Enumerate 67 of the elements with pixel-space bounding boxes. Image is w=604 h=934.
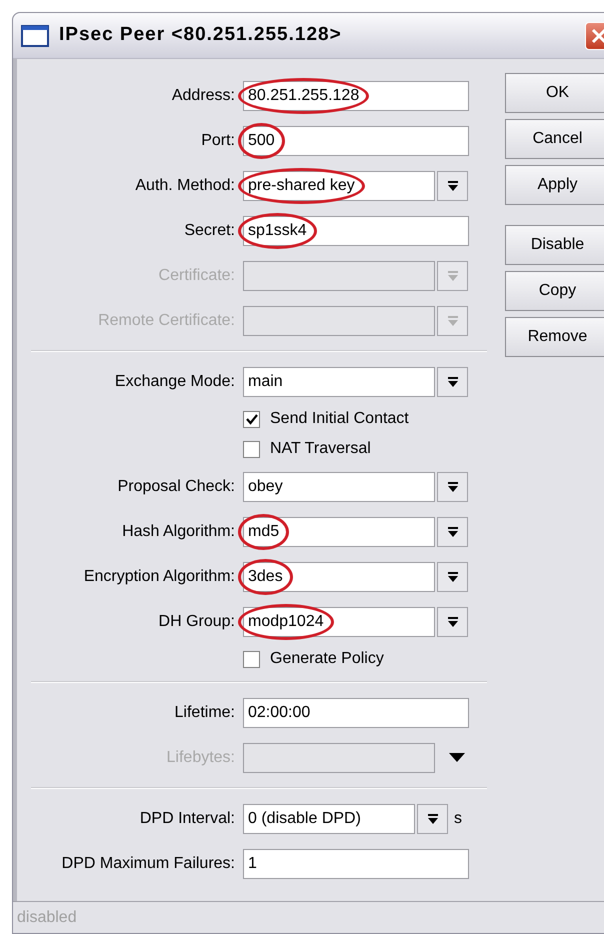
checkbox[interactable] <box>243 650 260 668</box>
field-label: Lifebytes: <box>166 748 235 768</box>
field-label: Secret: <box>183 220 235 240</box>
field-label: Port: <box>200 130 235 150</box>
field-label: Hash Algorithm: <box>121 522 235 542</box>
dropdown-arrow-icon <box>446 376 458 388</box>
dropdown-button[interactable] <box>437 562 468 592</box>
checkbox-label: Generate Policy <box>270 649 384 669</box>
field-label: Proposal Check: <box>116 476 235 496</box>
dropdown-arrow-icon <box>446 616 458 628</box>
checkbox[interactable] <box>243 440 260 458</box>
dialog-button[interactable]: Disable <box>505 225 604 265</box>
dropdown-button[interactable] <box>437 516 468 546</box>
field-value: obey <box>248 478 283 494</box>
dropdown-button[interactable] <box>437 472 468 502</box>
field-label: Auth. Method: <box>134 176 235 196</box>
field-value: md5 <box>248 522 280 540</box>
field-value: 500 <box>248 132 275 148</box>
field-label: Address: <box>170 86 235 106</box>
unit-label: s <box>454 808 462 828</box>
dropdown-arrow-icon <box>446 526 458 538</box>
dropdown-arrow-icon <box>446 180 458 192</box>
dropdown-button[interactable] <box>437 366 468 396</box>
field-value: main <box>248 372 283 390</box>
field-value: modp1024 <box>248 612 324 630</box>
window-title: IPsec Peer <80.251.255.128> <box>59 23 342 48</box>
checkbox[interactable] <box>243 410 260 428</box>
field-value: sp1ssk4 <box>248 222 307 238</box>
field-label: Lifetime: <box>174 702 235 722</box>
field-label: DPD Interval: <box>138 808 235 828</box>
dialog-button[interactable]: Cancel <box>505 119 604 159</box>
window-icon <box>21 24 49 46</box>
dropdown-arrow-icon <box>446 270 458 282</box>
dropdown-field[interactable]: main <box>243 366 435 396</box>
dropdown-arrow-icon <box>446 314 458 326</box>
field-label: Certificate: <box>158 266 235 286</box>
input-field[interactable]: 02:00:00 <box>243 698 469 728</box>
dropdown-arrow-icon <box>426 812 438 824</box>
dialog-button[interactable]: Apply <box>505 165 604 205</box>
checkmark-icon <box>246 413 258 425</box>
field-value: pre-shared key <box>248 176 355 194</box>
field-label: Remote Certificate: <box>97 310 235 330</box>
dialog-button[interactable]: OK <box>505 73 604 113</box>
dropdown-field[interactable]: 0 (disable DPD) <box>243 804 415 834</box>
field-value: 02:00:00 <box>248 704 310 720</box>
close-icon <box>591 28 604 44</box>
input-field[interactable]: 1 <box>243 848 469 878</box>
field-value: 3des <box>248 568 283 584</box>
dropdown-arrow-icon <box>446 570 458 582</box>
dialog-button[interactable]: Remove <box>505 317 604 357</box>
field-value: 1 <box>248 854 257 872</box>
dialog-button[interactable]: Copy <box>505 271 604 311</box>
dropdown-arrow-icon <box>446 480 458 492</box>
expand-arrow-icon[interactable] <box>449 752 465 762</box>
field-value: 0 (disable DPD) <box>248 810 361 826</box>
field-label: Encryption Algorithm: <box>82 566 235 586</box>
field-value: 80.251.255.128 <box>248 86 360 104</box>
field-label: DPD Maximum Failures: <box>60 854 235 874</box>
dropdown-button[interactable] <box>437 606 468 636</box>
dropdown-button[interactable] <box>417 804 448 834</box>
field-label: DH Group: <box>158 612 235 632</box>
dropdown-field[interactable]: obey <box>243 472 435 502</box>
dropdown-button[interactable] <box>437 170 468 200</box>
checkbox-label: Send Initial Contact <box>270 409 409 429</box>
status-text: disabled <box>17 908 77 928</box>
field-label: Exchange Mode: <box>114 372 235 392</box>
checkbox-label: NAT Traversal <box>270 439 371 459</box>
